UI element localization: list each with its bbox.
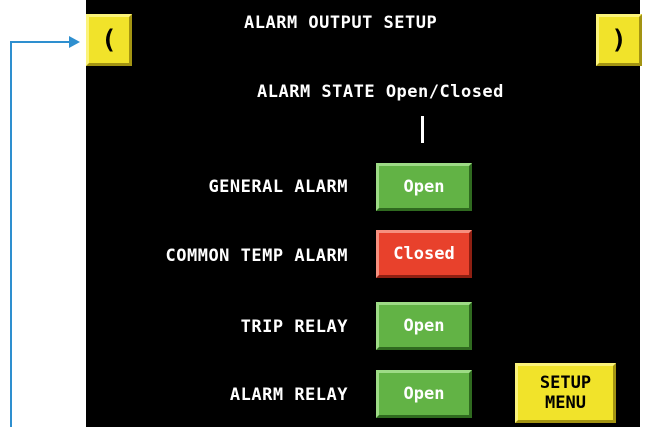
alarm-relay-state-button[interactable]: Open [376,370,472,418]
hmi-screen: ( ALARM OUTPUT SETUP ) ALARM STATE Open/… [86,0,642,427]
previous-page-button[interactable]: ( [86,14,132,66]
common-temp-alarm-state-button[interactable]: Closed [376,230,472,278]
alarm-relay-label: ALARM RELAY [229,385,348,405]
next-page-button[interactable]: ) [596,14,642,66]
trip-relay-label: TRIP RELAY [240,317,348,337]
page-title: ALARM OUTPUT SETUP [244,13,438,33]
state-column-indicator [421,116,424,143]
state-label: Open [403,177,445,197]
alarm-state-heading: ALARM STATE Open/Closed [257,82,504,102]
common-temp-alarm-label: COMMON TEMP ALARM [165,246,348,266]
chevron-left-icon: ( [101,25,117,55]
state-label: Open [403,316,445,336]
setup-menu-label-line1: SETUP [539,373,592,393]
trip-relay-state-button[interactable]: Open [376,302,472,350]
general-alarm-state-button[interactable]: Open [376,163,472,211]
setup-menu-label-line2: MENU [545,393,586,413]
callout-line [10,41,12,427]
state-label: Closed [393,244,455,264]
state-label: Open [403,384,445,404]
general-alarm-label: GENERAL ALARM [208,177,348,197]
setup-menu-button[interactable]: SETUP MENU [515,363,616,423]
chevron-right-icon: ) [611,25,627,55]
callout-line-horizontal [10,41,70,43]
callout-arrow-icon [69,36,80,48]
